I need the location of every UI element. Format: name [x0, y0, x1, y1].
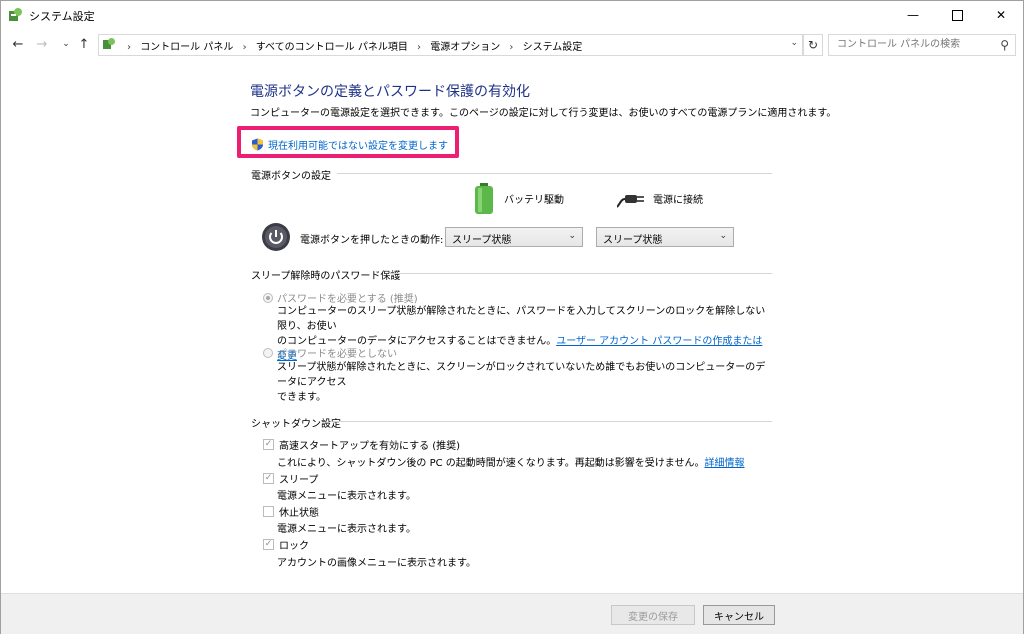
plugged-action-value: スリープ状態 — [603, 235, 663, 246]
address-bar[interactable]: › コントロール パネル › すべてのコントロール パネル項目 › 電源オプショ… — [98, 34, 803, 56]
checkmark-icon: ✓ — [264, 473, 273, 483]
chevron-down-icon: ⌄ — [568, 231, 576, 241]
minimize-button[interactable]: — — [891, 1, 935, 29]
chevron-down-icon: ⌄ — [719, 231, 727, 241]
power-button-section-title: 電源ボタンの設定 — [251, 171, 331, 182]
main-content: 電源ボタンの定義とパスワード保護の有効化 コンピューターの電源設定を選択できます… — [1, 63, 1023, 593]
close-button[interactable]: ✕ — [979, 1, 1023, 29]
battery-action-select[interactable]: スリープ状態 ⌄ — [445, 227, 583, 247]
sleep-description: 電源メニューに表示されます。 — [277, 491, 416, 502]
maximize-button[interactable] — [935, 1, 979, 29]
maximize-icon — [951, 9, 963, 21]
uac-shield-icon — [252, 138, 263, 151]
address-dropdown-icon[interactable]: ⌄ — [790, 38, 798, 48]
sleep-checkbox[interactable]: ✓ — [263, 473, 274, 484]
minimize-icon: — — [907, 8, 919, 22]
plugged-column-label: 電源に接続 — [653, 195, 703, 206]
fast-startup-label: 高速スタートアップを有効にする (推奨) — [279, 441, 461, 452]
hibernate-description: 電源メニューに表示されます。 — [277, 524, 416, 535]
password-section-title: スリープ解除時のパスワード保護 — [251, 271, 401, 282]
page-title: 電源ボタンの定義とパスワード保護の有効化 — [250, 84, 530, 100]
search-box[interactable]: ⚲ — [828, 34, 1016, 56]
fast-startup-desc-text: これにより、シャットダウン後の PC の起動時間が速くなります。再起動は影響を受… — [277, 458, 705, 469]
breadcrumb-item-system-settings[interactable]: システム設定 — [523, 42, 583, 53]
control-panel-icon — [103, 38, 115, 49]
breadcrumb-item-control-panel[interactable]: コントロール パネル — [140, 42, 233, 53]
save-changes-button[interactable]: 変更の保存 — [611, 605, 695, 625]
settings-window: システム設定 — ✕ ← → ⌄ ↑ › コントロール パネル › すべてのコン… — [0, 0, 1024, 634]
search-icon[interactable]: ⚲ — [1000, 38, 1009, 52]
breadcrumb-item-power-options[interactable]: 電源オプション — [430, 42, 500, 53]
power-button-icon — [262, 223, 290, 251]
fast-startup-description: これにより、シャットダウン後の PC の起動時間が速くなります。再起動は影響を受… — [277, 454, 744, 469]
power-button-action-label: 電源ボタンを押したときの動作: — [300, 235, 444, 246]
lock-description: アカウントの画像メニューに表示されます。 — [277, 558, 476, 569]
no-password-description: スリープ状態が解除されたときに、スクリーンがロックされていないため誰でもお使いの… — [277, 360, 767, 405]
require-password-radio[interactable] — [263, 293, 273, 303]
require-password-label: パスワードを必要とする (推奨) — [277, 294, 418, 305]
section-divider — [337, 173, 772, 174]
forward-arrow-icon: → — [36, 36, 48, 52]
no-password-desc-line-1: スリープ状態が解除されたときに、スクリーンがロックされていないため誰でもお使いの… — [277, 362, 766, 388]
back-button[interactable]: ← — [9, 35, 27, 53]
section-divider — [333, 421, 772, 422]
search-input[interactable] — [835, 38, 989, 51]
no-password-radio[interactable] — [263, 348, 273, 358]
sleep-label: スリープ — [279, 475, 319, 486]
lock-label: ロック — [279, 541, 309, 552]
power-plug-icon — [617, 195, 644, 208]
breadcrumb-separator-icon[interactable]: › — [411, 42, 427, 53]
close-icon: ✕ — [995, 8, 1007, 22]
breadcrumb-separator-icon[interactable]: › — [237, 42, 253, 53]
title-bar: システム設定 — ✕ — [1, 1, 1023, 29]
cancel-button[interactable]: キャンセル — [703, 605, 775, 625]
checkmark-icon: ✓ — [264, 539, 273, 549]
up-button[interactable]: ↑ — [75, 35, 93, 53]
battery-icon — [475, 183, 493, 214]
breadcrumb-item-all-items[interactable]: すべてのコントロール パネル項目 — [256, 42, 408, 53]
forward-button[interactable]: → — [33, 35, 51, 53]
window-title: システム設定 — [29, 10, 95, 23]
lock-checkbox[interactable]: ✓ — [263, 539, 274, 550]
battery-column-label: バッテリ駆動 — [504, 195, 564, 206]
refresh-icon: ↻ — [807, 38, 819, 52]
hibernate-checkbox[interactable] — [263, 506, 274, 517]
navigation-bar: ← → ⌄ ↑ › コントロール パネル › すべてのコントロール パネル項目 … — [1, 31, 1023, 59]
page-description: コンピューターの電源設定を選択できます。このページの設定に対して行う変更は、お使… — [250, 108, 837, 119]
hibernate-label: 休止状態 — [279, 508, 319, 519]
battery-action-value: スリープ状態 — [452, 235, 512, 246]
change-settings-link-label[interactable]: 現在利用可能ではない設定を変更します — [268, 137, 448, 152]
more-info-link[interactable]: 詳細情報 — [704, 458, 744, 469]
refresh-button[interactable]: ↻ — [803, 34, 823, 56]
up-arrow-icon: ↑ — [78, 36, 90, 52]
section-divider — [389, 273, 772, 274]
breadcrumb-separator-icon: › — [127, 42, 131, 53]
require-password-desc-line-1: コンピューターのスリープ状態が解除されたときに、パスワードを入力してスクリーンの… — [277, 306, 766, 332]
footer-bar: 変更の保存 キャンセル — [1, 593, 1023, 634]
no-password-label: パスワードを必要としない — [277, 349, 397, 360]
no-password-desc-line-2: できます。 — [277, 392, 326, 403]
change-settings-link[interactable]: 現在利用可能ではない設定を変更します — [251, 137, 448, 152]
recent-locations-button[interactable]: ⌄ — [57, 35, 75, 53]
shutdown-section-title: シャットダウン設定 — [251, 419, 341, 430]
chevron-down-icon: ⌄ — [62, 39, 70, 49]
plugged-action-select[interactable]: スリープ状態 ⌄ — [596, 227, 734, 247]
power-options-icon — [9, 8, 22, 21]
back-arrow-icon: ← — [12, 36, 24, 52]
checkmark-icon: ✓ — [264, 439, 273, 449]
breadcrumb-separator-icon[interactable]: › — [503, 42, 519, 53]
breadcrumb: › コントロール パネル › すべてのコントロール パネル項目 › 電源オプショ… — [121, 38, 582, 53]
fast-startup-checkbox[interactable]: ✓ — [263, 439, 274, 450]
